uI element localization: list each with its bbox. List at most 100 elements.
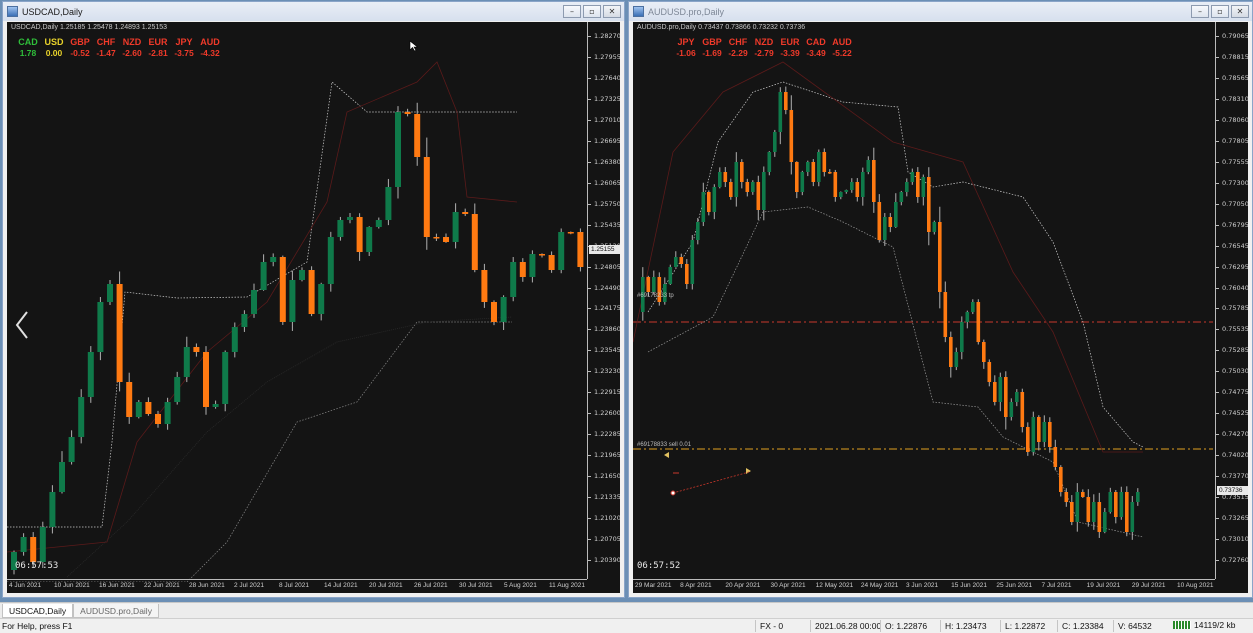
- price-axis[interactable]: 1.28270 1.27955 1.27640 1.27325 1.27010 1.266…: [587, 22, 620, 579]
- time-tick-label: 24 May 2021: [860, 582, 899, 589]
- bull-candle: [135, 402, 142, 417]
- bull-candle: [767, 152, 772, 172]
- chart-window-usdcad[interactable]: USDCAD,Daily – ▫ ✕ USDCAD,Daily 1.25185 …: [2, 1, 625, 598]
- minimize-button[interactable]: –: [1191, 5, 1209, 18]
- time-axis[interactable]: 29 Mar 2021 8 Apr 2021 20 Apr 2021 30 Apr 2…: [633, 579, 1215, 593]
- chart-window-icon: [633, 6, 644, 17]
- strength-value: -1.47: [96, 48, 116, 58]
- strength-item-aud: AUD -5.22: [829, 37, 855, 58]
- strength-item-jpy: JPY -3.75: [171, 37, 197, 58]
- price-tick-label: 1.22600: [588, 409, 620, 418]
- bear-candle: [1059, 467, 1063, 492]
- price-tick-label: 1.23860: [588, 325, 620, 334]
- window-titlebar-audusd[interactable]: AUDUSD.pro,Daily – ▫ ✕: [629, 2, 1252, 21]
- time-tick-label: 19 Jul 2021: [1086, 582, 1121, 589]
- time-tick-label: 3 Jun 2021: [906, 582, 939, 589]
- strength-value: -1.06: [676, 48, 696, 58]
- time-tick-label: 29 Mar 2021: [635, 582, 672, 589]
- bull-candle: [905, 182, 909, 192]
- chart-window-audusd[interactable]: AUDUSD.pro,Daily – ▫ ✕ AUDUSD.pro,Daily …: [628, 1, 1253, 598]
- strength-item-chf: CHF -1.47: [93, 37, 119, 58]
- close-button[interactable]: ✕: [1231, 5, 1249, 18]
- strength-currency: CAD: [18, 37, 38, 47]
- bull-candle: [965, 312, 970, 322]
- bull-candle: [674, 257, 678, 267]
- tab-audusd[interactable]: AUDUSD.pro,Daily: [73, 604, 159, 618]
- price-tick-label: 0.72760: [1216, 556, 1248, 565]
- time-tick-label: 20 Jul 2021: [369, 582, 403, 589]
- time-tick-label: 11 Aug 2021: [549, 582, 586, 589]
- bear-candle: [443, 237, 449, 242]
- candlestick-plot[interactable]: [7, 22, 587, 582]
- traffic-indicator[interactable]: 14119/2 kb: [1165, 618, 1253, 633]
- price-tick-label: 0.77555: [1216, 157, 1248, 166]
- status-close: C: 1.23384: [1057, 620, 1104, 632]
- price-tick-label: 0.75785: [1216, 304, 1248, 313]
- bull-candle: [998, 377, 1003, 402]
- status-low: L: 1.22872: [999, 620, 1046, 632]
- price-tick-label: 0.78060: [1216, 115, 1248, 124]
- bull-candle: [337, 220, 344, 237]
- time-axis[interactable]: 4 Jun 2021 10 Jun 2021 16 Jun 2021 22 Jun 2…: [7, 579, 587, 593]
- bear-candle: [481, 270, 488, 302]
- time-tick-label: 10 Jun 2021: [54, 582, 90, 589]
- traffic-text: 14119/2 kb: [1194, 620, 1236, 630]
- time-tick-label: 26 Jul 2021: [414, 582, 448, 589]
- bull-candle: [778, 92, 783, 132]
- maximize-button[interactable]: ▫: [583, 5, 601, 18]
- strength-item-chf: CHF -2.29: [725, 37, 751, 58]
- ma-red-line: [633, 61, 1143, 453]
- candle-timer: 06:57:53: [15, 561, 59, 571]
- ma-red-line: [7, 61, 518, 553]
- bull-candle: [1015, 392, 1019, 402]
- maximize-button[interactable]: ▫: [1211, 5, 1229, 18]
- time-tick-label: 14 Jul 2021: [324, 582, 358, 589]
- bear-candle: [1037, 417, 1041, 442]
- price-tick-label: 0.76295: [1216, 262, 1248, 271]
- bull-candle: [260, 262, 267, 290]
- price-tick-label: 1.21335: [588, 493, 620, 502]
- bull-candle: [712, 187, 717, 212]
- bull-candle: [773, 132, 777, 152]
- bear-candle: [1053, 447, 1058, 467]
- chart-tabs-bar: USDCAD,Daily AUDUSD.pro,Daily: [0, 602, 1253, 618]
- chevron-left-icon[interactable]: [15, 310, 29, 340]
- strength-currency: AUD: [200, 37, 220, 47]
- candlestick-plot[interactable]: [633, 22, 1215, 582]
- order-sell-label[interactable]: #69178833 sell 0.01: [637, 442, 691, 448]
- minimize-button[interactable]: –: [563, 5, 581, 18]
- price-axis[interactable]: 0.79065 0.78815 0.78565 0.78310 0.78060 0.778…: [1215, 22, 1248, 579]
- strength-item-nzd: NZD -2.60: [119, 37, 145, 58]
- bull-candle: [251, 290, 257, 314]
- bull-candle: [395, 112, 401, 187]
- tab-usdcad[interactable]: USDCAD,Daily: [2, 604, 74, 618]
- bear-candle: [916, 172, 920, 197]
- window-titlebar-usdcad[interactable]: USDCAD,Daily – ▫ ✕: [3, 2, 624, 21]
- price-tick-label: 0.77805: [1216, 136, 1248, 145]
- strength-item-gbp: GBP -1.69: [699, 37, 725, 58]
- price-tick-label: 1.26695: [588, 136, 620, 145]
- bear-candle: [1114, 492, 1118, 517]
- bull-candle: [174, 377, 181, 402]
- price-chart-audusd[interactable]: AUDUSD.pro,Daily 0.73437 0.73866 0.73232…: [633, 22, 1248, 593]
- price-tick-label: 0.77050: [1216, 199, 1248, 208]
- order-tp-label[interactable]: #69178233 tp: [637, 293, 674, 299]
- bull-candle: [894, 202, 898, 227]
- bull-candle: [347, 217, 353, 220]
- status-datetime: 2021.06.28 00:00: [809, 620, 882, 632]
- strength-item-gbp: GBP -0.52: [67, 37, 93, 58]
- close-button[interactable]: ✕: [603, 5, 621, 18]
- price-chart-usdcad[interactable]: USDCAD,Daily 1.25185 1.25478 1.24893 1.2…: [7, 22, 620, 593]
- price-tick-label: 0.75535: [1216, 325, 1248, 334]
- bear-candle: [1070, 502, 1074, 522]
- strength-value: 1.78: [19, 48, 37, 58]
- bull-candle: [734, 162, 739, 197]
- bear-candle: [423, 157, 430, 237]
- price-tick-label: 0.75285: [1216, 346, 1248, 355]
- bull-candle: [1042, 422, 1047, 442]
- bull-candle: [78, 397, 85, 437]
- price-tick-label: 1.27640: [588, 73, 620, 82]
- bear-candle: [433, 237, 440, 239]
- bull-candle: [1130, 502, 1135, 532]
- strength-value: -3.75: [174, 48, 194, 58]
